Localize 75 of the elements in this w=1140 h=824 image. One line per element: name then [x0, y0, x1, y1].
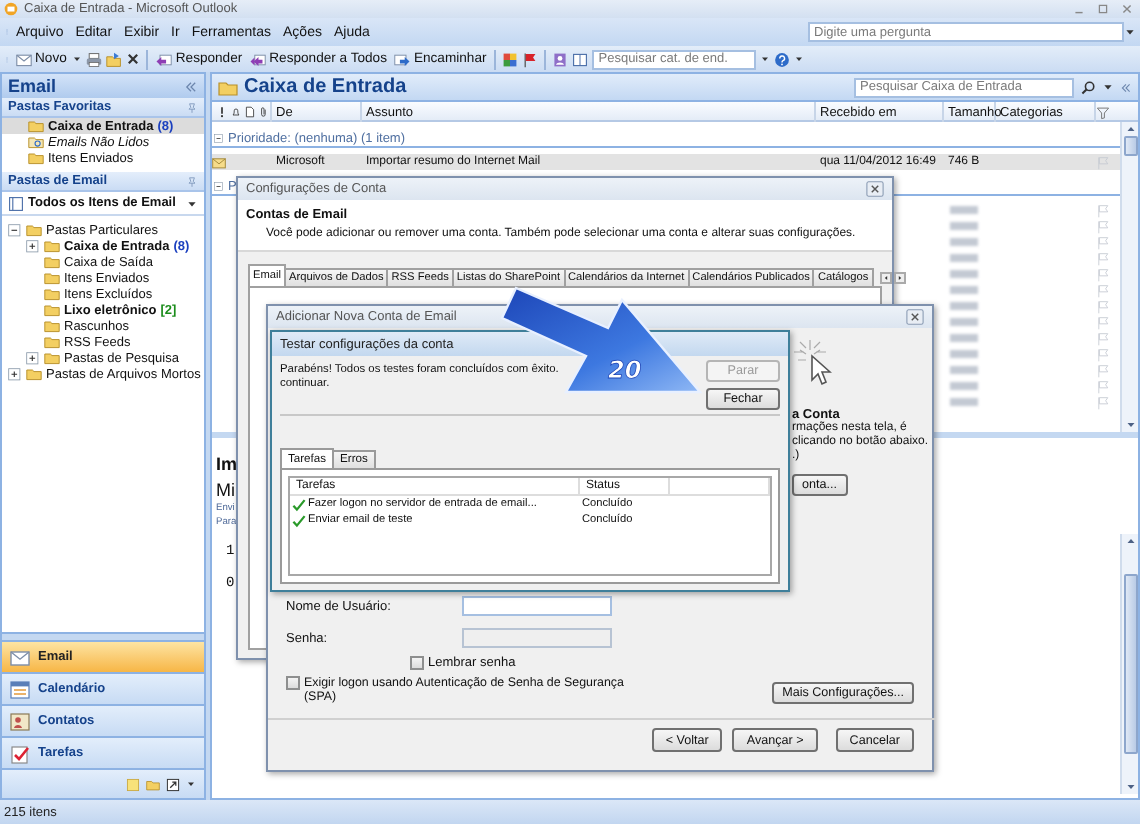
attachment-icon — [258, 106, 270, 118]
app-icon — [4, 2, 18, 16]
blurred-text — [950, 334, 978, 342]
scrollbar-thumb[interactable] — [1123, 574, 1137, 754]
collapse-icon[interactable] — [214, 133, 224, 143]
expand-icon[interactable] — [8, 367, 22, 381]
envelope-icon — [10, 647, 30, 667]
caret-icon[interactable] — [794, 52, 805, 66]
username-field[interactable] — [462, 596, 612, 616]
expand-icon[interactable] — [26, 351, 40, 365]
address-book-icon[interactable] — [552, 51, 569, 67]
checkbox[interactable] — [410, 656, 424, 670]
new-mail-icon — [16, 51, 32, 67]
forward-icon — [394, 51, 411, 67]
shortcuts-icon[interactable] — [166, 777, 180, 791]
blurred-text — [950, 382, 978, 390]
help-icon[interactable] — [774, 51, 791, 67]
blurred-text — [950, 270, 978, 278]
collapse-pane-icon[interactable] — [184, 79, 198, 93]
blurred-text — [950, 222, 978, 230]
document-icon — [244, 106, 256, 118]
envelope-icon — [212, 155, 226, 169]
notes-icon[interactable] — [126, 777, 140, 791]
blurred-text — [950, 206, 978, 214]
folder-icon — [218, 77, 238, 97]
delete-icon[interactable] — [126, 52, 141, 66]
calendar-icon — [10, 679, 30, 699]
mail-folder-icon — [8, 195, 24, 211]
search-folder-icon — [28, 134, 44, 150]
search-icon[interactable] — [1080, 79, 1096, 95]
scroll-down-icon[interactable] — [1123, 780, 1137, 794]
blurred-text — [950, 254, 978, 262]
cursor-icon — [792, 338, 832, 390]
blurred-text — [950, 318, 978, 326]
filter-icon[interactable] — [1096, 105, 1110, 119]
expand-icon[interactable] — [26, 239, 40, 253]
reminder-icon — [230, 106, 242, 118]
scroll-right-icon[interactable] — [893, 272, 906, 284]
blurred-text — [950, 302, 978, 310]
pin-icon[interactable] — [186, 101, 198, 113]
scrollbar-thumb[interactable] — [1123, 136, 1137, 156]
importance-icon — [216, 106, 228, 118]
configure-buttons-icon[interactable] — [186, 778, 196, 790]
blurred-text — [950, 366, 978, 374]
caret-icon[interactable] — [72, 52, 83, 66]
caret-icon[interactable] — [1102, 80, 1114, 94]
blurred-text — [950, 398, 978, 406]
message-subject: Im — [216, 454, 238, 474]
pane-title: Email — [8, 76, 57, 96]
print-icon[interactable] — [86, 51, 103, 67]
folder-title: Caixa de Entrada — [244, 76, 409, 98]
close-icon[interactable] — [904, 308, 926, 326]
message-sender: Mi — [216, 480, 235, 500]
blurred-text — [950, 286, 978, 294]
collapse-icon[interactable] — [214, 181, 224, 191]
close-icon[interactable] — [1118, 0, 1136, 18]
step-number: 20 — [608, 356, 642, 384]
close-icon[interactable] — [864, 180, 886, 198]
scroll-left-icon[interactable] — [879, 272, 892, 284]
blurred-text — [950, 238, 978, 246]
checkbox[interactable] — [286, 676, 300, 690]
reply-icon — [156, 51, 173, 67]
book-icon[interactable] — [572, 51, 589, 67]
tasks-icon — [10, 743, 30, 763]
categorize-icon[interactable] — [502, 51, 519, 67]
blurred-text — [950, 350, 978, 358]
collapse-icon[interactable] — [8, 223, 22, 237]
flag-icon[interactable] — [522, 51, 539, 67]
caret-icon — [186, 197, 198, 209]
maximize-icon[interactable] — [1094, 0, 1112, 18]
reply-all-icon — [250, 51, 267, 67]
folder-list-icon[interactable] — [146, 777, 160, 791]
pin-icon[interactable] — [186, 175, 198, 187]
scroll-up-icon[interactable] — [1123, 534, 1137, 548]
contacts-icon — [10, 711, 30, 731]
